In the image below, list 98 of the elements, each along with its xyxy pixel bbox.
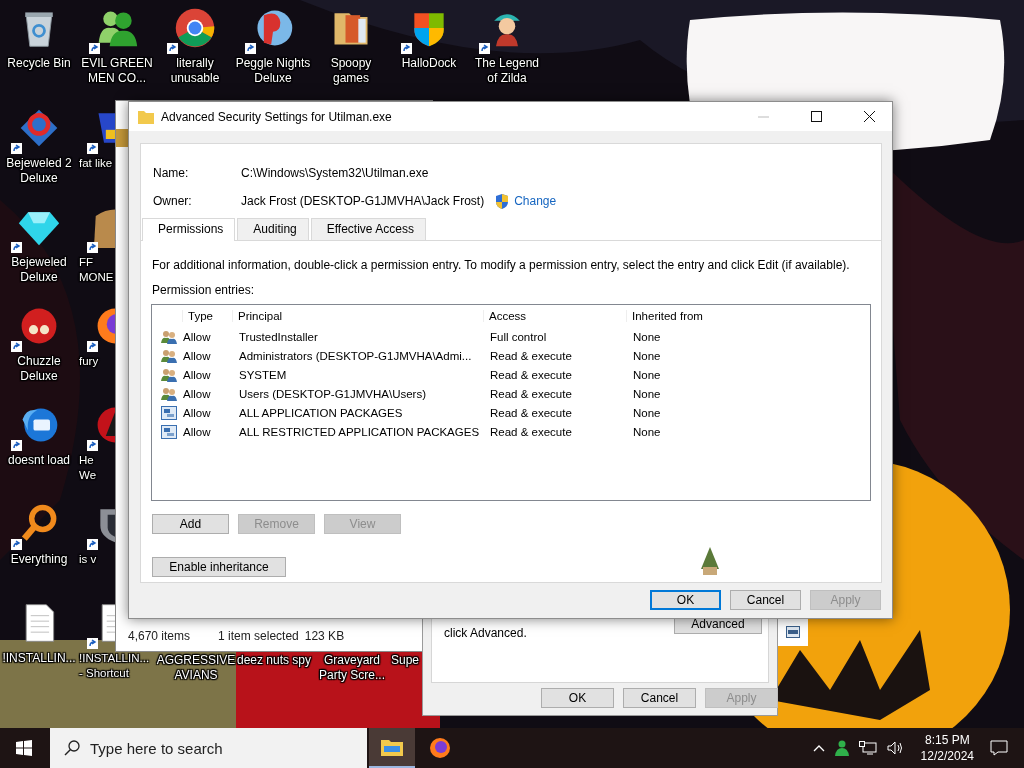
desktop-icon-label[interactable]: !INSTALLIN...	[2, 651, 76, 666]
tab[interactable]: Effective Access	[310, 218, 426, 240]
table-cell-text: Allow	[182, 330, 212, 343]
table-cell-text: Users (DESKTOP-G1JMVHA\Users)	[238, 387, 427, 400]
search-field[interactable]: Type here to search	[50, 728, 367, 768]
entry-button[interactable]: Add	[152, 514, 229, 534]
window-title: Advanced Security Settings for Utilman.exe	[161, 109, 393, 124]
selection-status: 1 item selected	[218, 629, 299, 643]
table-cell-text: None	[632, 425, 662, 438]
dialog-text: click Advanced.	[444, 626, 527, 640]
users-icon	[161, 329, 177, 344]
item-count: 4,670 items	[128, 629, 191, 643]
window-icon	[786, 626, 800, 638]
windows-icon	[16, 740, 32, 756]
desktop-icon-label[interactable]: HalloDock	[401, 56, 457, 71]
tab[interactable]: Permissions	[142, 218, 236, 241]
table-cell-text: None	[632, 406, 662, 419]
table-cell-text: Read & execute	[489, 349, 573, 362]
desktop-icon-label[interactable]: Bejeweled 2 Deluxe	[6, 156, 72, 186]
desktop-icon-label[interactable]: The Legend of Zilda	[474, 56, 540, 86]
table-cell-text: Read & execute	[489, 406, 573, 419]
desktop-icon-label[interactable]: is v	[78, 552, 97, 567]
desktop-icon-label[interactable]: Recycle Bin	[7, 56, 71, 71]
table-cell-text: ALL RESTRICTED APPLICATION PACKAGES	[238, 425, 481, 438]
table-cell-text: Allow	[182, 406, 212, 419]
table-cell-text: Read & execute	[489, 387, 573, 400]
volume-icon[interactable]	[886, 741, 905, 755]
field-value: Jack Frost (DESKTOP-G1JMVHA\Jack Frost)	[241, 194, 485, 208]
file-size: 123 KB	[304, 629, 345, 643]
table-cell-text: Administrators (DESKTOP-G1JMVHA\Admi...	[238, 349, 473, 362]
chevron-up-icon[interactable]	[812, 744, 825, 752]
tab[interactable]: Auditing	[237, 218, 309, 240]
desktop-icon-label[interactable]: doesnt load	[7, 453, 71, 468]
field-value: C:\Windows\System32\Utilman.exe	[241, 166, 429, 180]
table-cell-text: Read & execute	[489, 425, 573, 438]
users-icon	[161, 367, 177, 382]
users-icon	[161, 386, 177, 401]
section-label: Permission entries:	[152, 283, 256, 297]
globe-icon	[429, 737, 451, 759]
package-icon	[161, 405, 177, 420]
folder-icon	[381, 738, 403, 756]
desktop-icon-label[interactable]: Spoopy games	[330, 56, 372, 86]
hat-figure-icon	[699, 547, 721, 577]
desktop-icon-label[interactable]: Graveyard Party Scre...	[319, 653, 385, 683]
table-cell-text: Allow	[182, 387, 212, 400]
search-icon	[64, 740, 80, 756]
desktop-icon-label[interactable]: !INSTALLIN... - Shortcut	[78, 651, 150, 681]
clock-date[interactable]: 12/2/2024	[920, 748, 974, 764]
desktop-icon-label[interactable]: Peggle Nights Deluxe	[235, 56, 311, 86]
table-cell-text: SYSTEM	[238, 368, 288, 381]
desktop-icon-label[interactable]: FF MONE	[78, 255, 114, 285]
table-cell-text: Allow	[182, 349, 212, 362]
notification-icon[interactable]	[990, 740, 1008, 756]
person-icon[interactable]	[834, 740, 849, 756]
shield-icon	[495, 193, 510, 209]
field-label: Name:	[153, 166, 190, 180]
desktop-icon-label[interactable]: fury	[78, 354, 99, 369]
info-text: For additional information, double-click a permission entry. To modify a permission entry, select the entry and click Edit (if available).	[152, 258, 851, 272]
desktop-icon-label[interactable]: EVIL GREEN MEN CO...	[81, 56, 153, 86]
column-header[interactable]: Principal	[232, 310, 483, 322]
table-cell-text: None	[632, 349, 662, 362]
table-cell-text: TrustedInstaller	[238, 330, 319, 343]
close-icon	[863, 111, 875, 122]
desktop-icon-label[interactable]: AGGRESSIVE AVIANS	[156, 653, 236, 683]
users-icon	[161, 348, 177, 363]
table-cell-text: None	[632, 330, 662, 343]
field-label: Owner:	[153, 194, 193, 208]
clock-time[interactable]: 8:15 PM	[924, 732, 970, 748]
desktop-icon-label[interactable]: literally unusable	[170, 56, 220, 86]
table-cell-text: Full control	[489, 330, 548, 343]
change-link[interactable]: Change	[514, 194, 557, 208]
table-cell-text: Allow	[182, 425, 212, 438]
dialog-button[interactable]: Cancel	[623, 688, 696, 708]
table-cell-text: Allow	[182, 368, 212, 381]
table-cell-text: None	[632, 368, 662, 381]
table-cell-text: ALL APPLICATION PACKAGES	[238, 406, 404, 419]
desktop-icon-label[interactable]: Everything	[10, 552, 68, 567]
desktop-icon-label[interactable]: fat like	[78, 156, 113, 171]
enable-inheritance-button[interactable]: Enable inheritance	[152, 557, 286, 577]
table-cell-text: Read & execute	[489, 368, 573, 381]
desktop-icon-label[interactable]: He We	[78, 453, 97, 483]
desktop-icon-label[interactable]: Chuzzle Deluxe	[17, 354, 61, 384]
dialog-button[interactable]: Cancel	[730, 590, 801, 610]
column-header[interactable]: Access	[483, 310, 626, 322]
column-header[interactable]: Inherited from	[626, 310, 776, 322]
desktop-icon-label[interactable]: Bejeweled Deluxe	[11, 255, 67, 285]
network-icon[interactable]	[858, 741, 877, 755]
maximize-icon	[810, 111, 822, 122]
desktop-icon-label[interactable]: deez nuts spy	[236, 653, 311, 683]
table-cell-text: None	[632, 387, 662, 400]
taskbar-app-button[interactable]	[369, 728, 415, 768]
package-icon	[161, 424, 177, 439]
folder-icon	[138, 109, 154, 124]
browser-icon	[173, 6, 217, 50]
column-header[interactable]: Type	[182, 310, 232, 322]
desktop-icon-label[interactable]: Supe	[391, 653, 420, 683]
dialog-button[interactable]: OK	[541, 688, 614, 708]
dialog-button[interactable]: OK	[650, 590, 721, 610]
